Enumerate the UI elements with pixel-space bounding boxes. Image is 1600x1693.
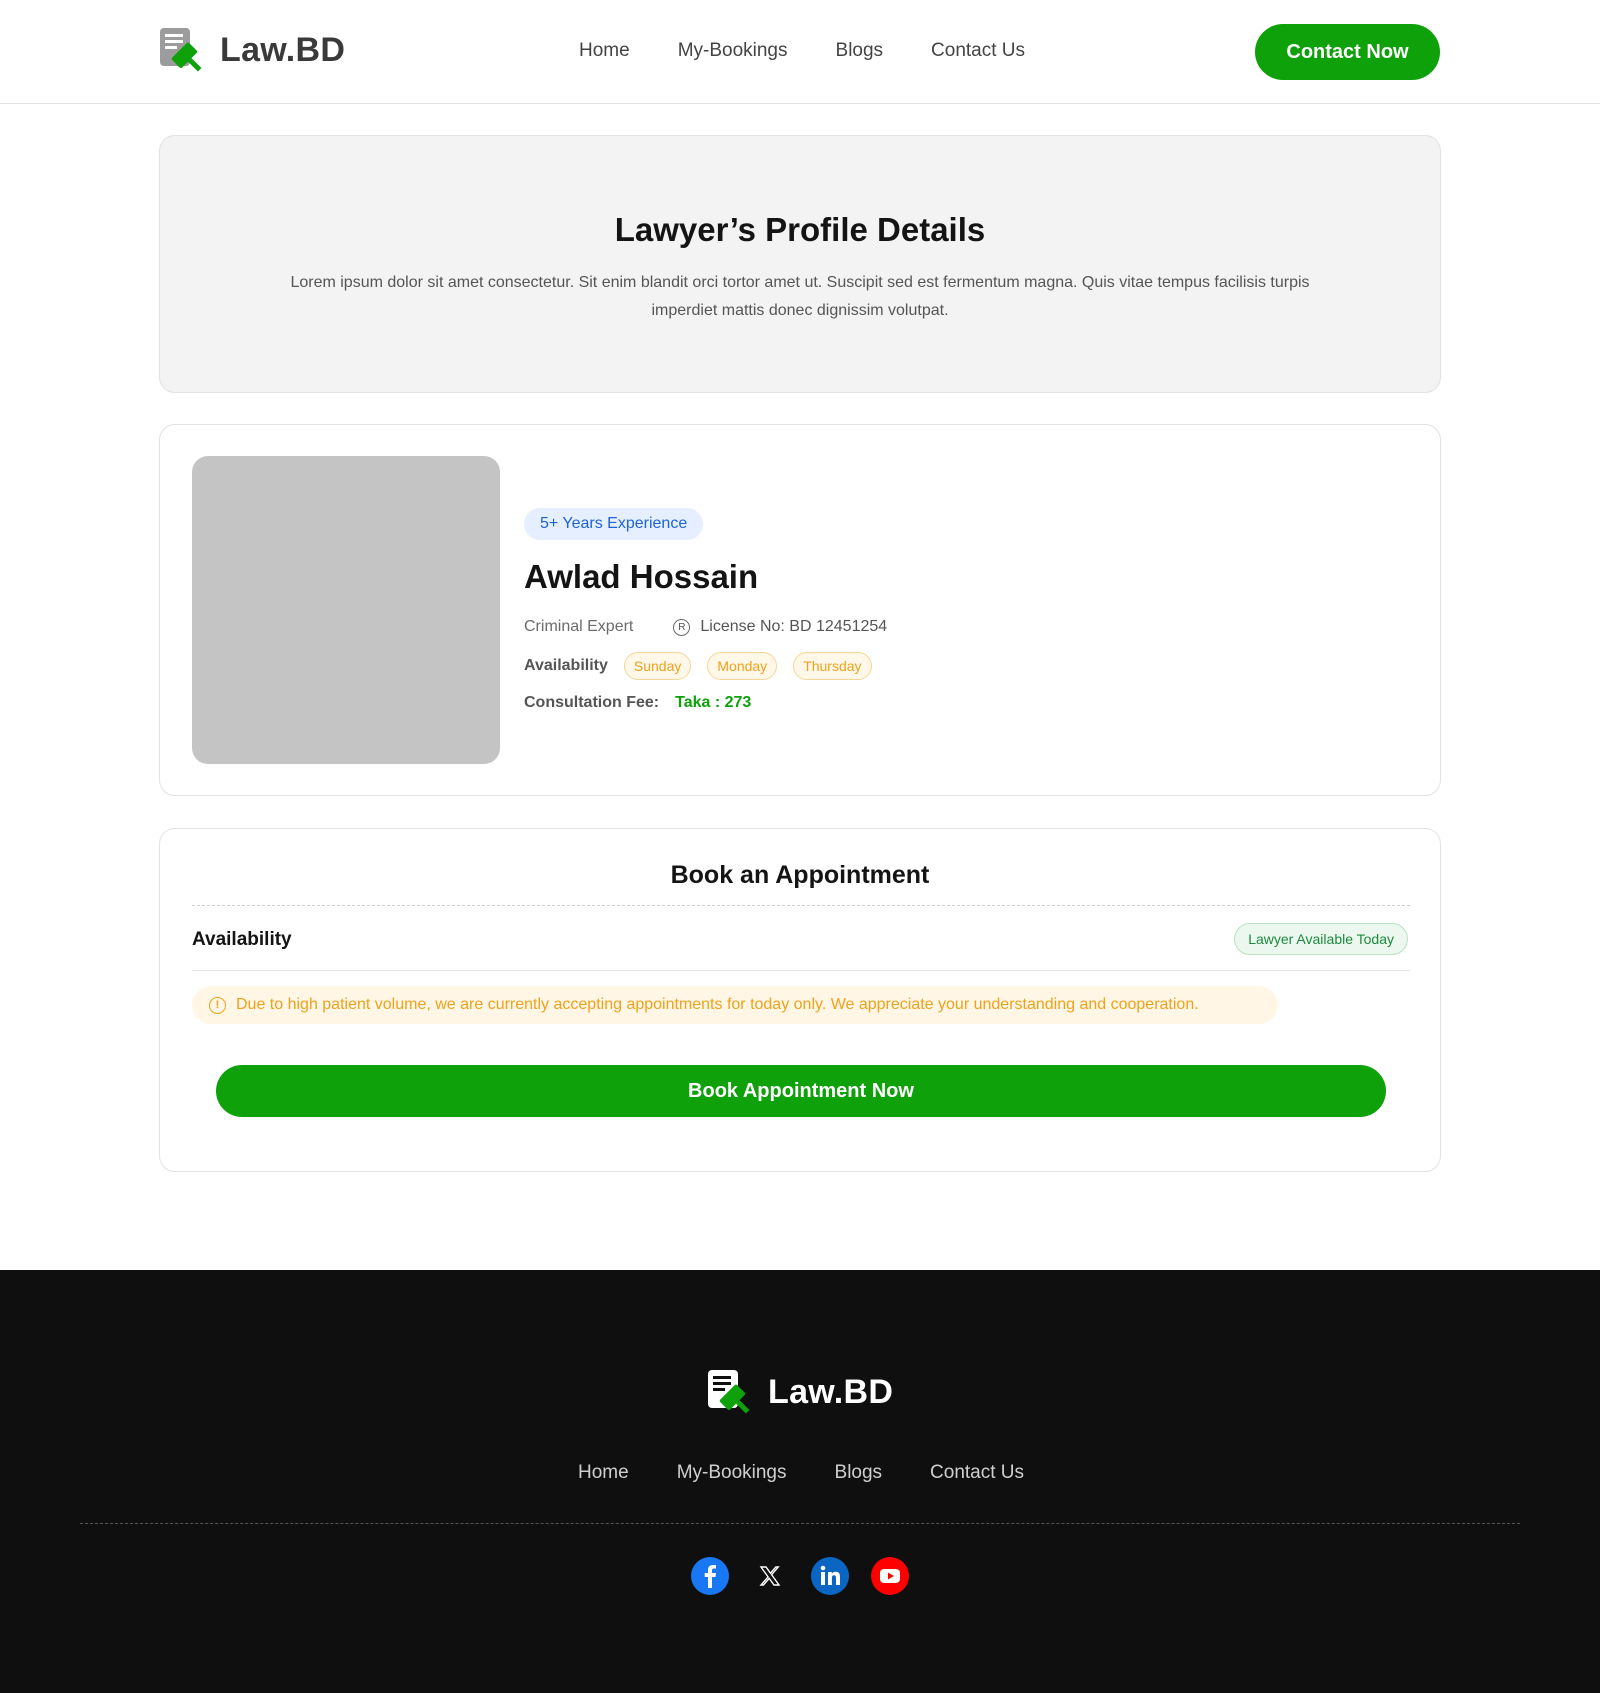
fee-label: Consultation Fee:	[524, 694, 660, 711]
divider	[192, 970, 1410, 971]
day-pill-thursday: Thursday	[793, 652, 872, 680]
lawyer-name: Awlad Hossain	[524, 558, 759, 595]
availability-row: Availability Sunday Monday Thursday	[524, 652, 887, 680]
linkedin-icon[interactable]	[811, 1557, 849, 1595]
brand-logo[interactable]: Law.BD	[158, 26, 345, 74]
fee-row: Consultation Fee: Taka : 273	[524, 694, 887, 712]
day-pill-monday: Monday	[707, 652, 778, 680]
page-title: Lawyer’s Profile Details	[614, 211, 986, 248]
nav-my-bookings[interactable]: My-Bookings	[678, 40, 788, 62]
fee-value: Taka : 273	[675, 694, 752, 711]
profile-hero: Lawyer’s Profile Details Lorem ipsum dol…	[159, 135, 1441, 393]
availability-label: Availability	[524, 657, 608, 674]
day-pill-sunday: Sunday	[623, 652, 692, 680]
lawyer-meta: Criminal Expert R License No: BD 1245125…	[524, 618, 887, 636]
registered-icon: R	[673, 618, 691, 636]
lawyer-profile-card: 5+ Years Experience Awlad Hossain Crimin…	[159, 424, 1441, 796]
notice-text: Due to high patient volume, we are curre…	[236, 996, 1199, 1013]
brand-name: Law.BD	[220, 30, 346, 69]
social-links	[691, 1557, 909, 1595]
divider-dashed	[192, 905, 1410, 906]
site-footer: Law.BD Home My-Bookings Blogs Contact Us	[0, 1270, 1600, 1693]
footer-nav-contact-us[interactable]: Contact Us	[930, 1462, 1024, 1484]
alert-icon: !	[209, 996, 226, 1014]
facebook-icon[interactable]	[691, 1557, 729, 1595]
appointment-availability-label: Availability	[192, 929, 292, 950]
nav-blogs[interactable]: Blogs	[836, 40, 884, 62]
youtube-icon[interactable]	[871, 1557, 909, 1595]
license-number: License No: BD 12451254	[700, 618, 888, 635]
footer-brand-logo[interactable]: Law.BD	[706, 1368, 893, 1416]
law-logo-icon	[708, 1370, 750, 1414]
footer-nav-my-bookings[interactable]: My-Bookings	[677, 1462, 787, 1484]
page-description: Lorem ipsum dolor sit amet consectetur. …	[290, 274, 1310, 319]
footer-brand-name: Law.BD	[768, 1372, 894, 1411]
book-appointment-button[interactable]: Book Appointment Now	[216, 1065, 1386, 1117]
lawyer-info: 5+ Years Experience Awlad Hossain Crimin…	[524, 508, 887, 712]
law-logo-icon	[160, 28, 202, 72]
nav-contact-us[interactable]: Contact Us	[931, 40, 1025, 62]
experience-badge: 5+ Years Experience	[524, 508, 704, 540]
footer-divider	[80, 1523, 1520, 1524]
appointment-card: Book an Appointment Availability Lawyer …	[159, 828, 1441, 1172]
footer-nav-home[interactable]: Home	[578, 1462, 629, 1484]
available-today-badge: Lawyer Available Today	[1234, 923, 1408, 955]
contact-now-button[interactable]: Contact Now	[1255, 24, 1440, 80]
site-header: Law.BD Home My-Bookings Blogs Contact Us…	[0, 0, 1600, 104]
x-icon[interactable]	[751, 1557, 789, 1595]
appointment-title: Book an Appointment	[670, 861, 930, 889]
nav-home[interactable]: Home	[579, 40, 630, 62]
notice-banner: ! Due to high patient volume, we are cur…	[192, 986, 1278, 1024]
lawyer-photo	[192, 456, 500, 764]
main-nav: Home My-Bookings Blogs Contact Us	[579, 40, 1025, 62]
footer-nav-blogs[interactable]: Blogs	[835, 1462, 883, 1484]
footer-nav: Home My-Bookings Blogs Contact Us	[578, 1462, 1024, 1484]
lawyer-specialty: Criminal Expert	[524, 618, 634, 635]
